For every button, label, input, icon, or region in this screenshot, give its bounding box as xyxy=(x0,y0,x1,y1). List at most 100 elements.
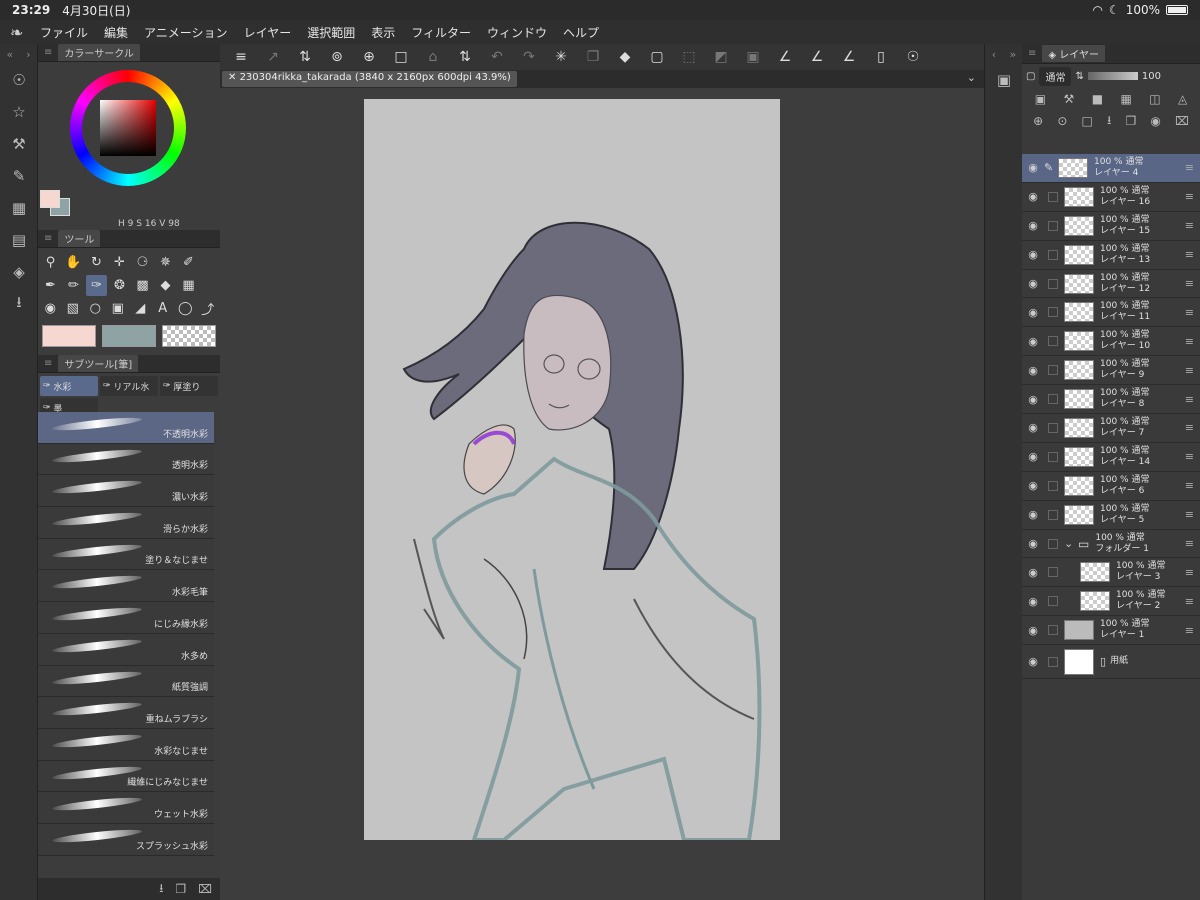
chevron-down-icon[interactable]: ⌄ xyxy=(967,71,976,84)
layer-menu-icon[interactable]: ≡ xyxy=(1185,219,1194,232)
new-file-icon[interactable]: ⊕ xyxy=(354,46,384,68)
menu-animation[interactable]: アニメーション xyxy=(144,24,228,41)
export-icon[interactable]: ↗ xyxy=(258,46,288,68)
transform-icon[interactable]: ▢ xyxy=(642,46,672,68)
tool-property-icon[interactable]: ⚒ xyxy=(0,128,38,160)
lasso-icon[interactable]: ⚆ xyxy=(132,252,153,273)
layer-menu-icon[interactable]: ≡ xyxy=(1185,248,1194,261)
drawing-canvas[interactable] xyxy=(364,99,780,840)
layer-menu-icon[interactable]: ≡ xyxy=(1185,624,1194,637)
trash-icon[interactable]: ⌧ xyxy=(1175,114,1189,128)
layer-mask-icon[interactable]: ◉ xyxy=(1150,114,1160,128)
reference-icon[interactable]: ⚒ xyxy=(1064,92,1075,106)
layer-row[interactable]: ◉ 100 % 通常 レイヤー 6 ≡ xyxy=(1022,472,1200,501)
layer-row[interactable]: ◉ 100 % 通常 レイヤー 14 ≡ xyxy=(1022,443,1200,472)
tool-panel-tab[interactable]: ツール xyxy=(58,230,101,247)
layer-checkbox[interactable] xyxy=(1048,656,1058,667)
eyedropper-icon[interactable]: ✐ xyxy=(178,252,199,273)
chevron-left-icon[interactable]: ‹ xyxy=(992,48,996,61)
double-chevron-left-icon[interactable]: « xyxy=(6,48,13,61)
special-ruler-icon[interactable]: ∠ xyxy=(802,46,832,68)
layer-row[interactable]: ◉ 100 % 通常 レイヤー 15 ≡ xyxy=(1022,212,1200,241)
ruler-icon[interactable]: ◢ xyxy=(130,298,151,319)
copy-icon[interactable]: ❐ xyxy=(578,46,608,68)
layer-menu-icon[interactable]: ≡ xyxy=(1185,508,1194,521)
combine-icon[interactable]: ❐ xyxy=(1125,114,1136,128)
menu-layer[interactable]: レイヤー xyxy=(244,24,292,41)
layer-menu-icon[interactable]: ≡ xyxy=(1185,450,1194,463)
layer-checkbox[interactable] xyxy=(1048,596,1058,607)
duplicate-icon[interactable]: ❐ xyxy=(175,882,186,896)
fill-icon[interactable]: ◉ xyxy=(40,298,61,319)
layer-row[interactable]: ◉ 100 % 通常 レイヤー 8 ≡ xyxy=(1022,385,1200,415)
double-chevron-right-icon[interactable]: » xyxy=(1010,48,1017,61)
eye-icon[interactable]: ◉ xyxy=(1022,655,1044,668)
move-icon[interactable]: ✛ xyxy=(109,252,130,273)
new-raster-layer-icon[interactable]: ⊕ xyxy=(1033,114,1043,128)
list-item[interactable]: 透明水彩 xyxy=(38,443,214,476)
pencil-icon[interactable]: ✏ xyxy=(63,275,84,296)
open-folder-icon[interactable]: □ xyxy=(386,46,416,68)
stepper-icon[interactable]: ⇅ xyxy=(290,46,320,68)
layer-checkbox[interactable] xyxy=(1048,220,1058,231)
eye-icon[interactable]: ◉ xyxy=(1022,190,1044,203)
clip-icon[interactable]: ▣ xyxy=(1035,92,1046,106)
folder-row[interactable]: ◉ ⌄ ▭ 100 % 通常 フォルダー 1 ≡ xyxy=(1022,530,1200,559)
lock-transparent-icon[interactable]: ▦ xyxy=(1120,92,1131,106)
balloon-icon[interactable]: ◯ xyxy=(175,298,196,319)
eraser-icon[interactable]: ◆ xyxy=(155,275,176,296)
layer-checkbox[interactable] xyxy=(1048,278,1058,289)
grip-icon[interactable]: ≡ xyxy=(44,233,52,244)
chevron-right-icon[interactable]: › xyxy=(26,48,30,61)
list-item[interactable]: 滑らか水彩 xyxy=(38,507,214,539)
redo-icon[interactable]: ↷ xyxy=(514,46,544,68)
layer-menu-icon[interactable]: ≡ xyxy=(1185,364,1194,377)
ruler-snap-icon[interactable]: ∠ xyxy=(770,46,800,68)
layer-checkbox[interactable] xyxy=(1048,394,1058,405)
eye-icon[interactable]: ◉ xyxy=(1022,364,1044,377)
transparent-color-box[interactable] xyxy=(162,325,216,347)
list-item[interactable]: 濃い水彩 xyxy=(38,475,214,508)
layer-checkbox[interactable] xyxy=(1048,567,1058,578)
layer-row[interactable]: ◉ 100 % 通常 レイヤー 13 ≡ xyxy=(1022,241,1200,270)
color-panel-tab[interactable]: カラーサークル xyxy=(58,44,140,61)
blend-mode-select[interactable]: 通常 xyxy=(1039,66,1072,86)
list-item[interactable]: 水彩なじませ xyxy=(38,728,214,761)
layer-row[interactable]: ◉ 100 % 通常 レイヤー 11 ≡ xyxy=(1022,298,1200,328)
layer-menu-icon[interactable]: ≡ xyxy=(1185,306,1194,319)
help-icon[interactable]: ☉ xyxy=(898,46,928,68)
layer-menu-icon[interactable]: ≡ xyxy=(1185,161,1194,174)
menu-file[interactable]: ファイル xyxy=(40,24,88,41)
fill-bucket-icon[interactable]: ◆ xyxy=(610,46,640,68)
menu-help[interactable]: ヘルプ xyxy=(563,24,599,41)
layer-row[interactable]: ◉ 100 % 通常 レイヤー 10 ≡ xyxy=(1022,327,1200,357)
timeline-icon[interactable]: ▤ xyxy=(0,224,38,256)
loading-icon[interactable]: ✳ xyxy=(546,46,576,68)
menu-selection[interactable]: 選択範囲 xyxy=(307,24,355,41)
main-color-box[interactable] xyxy=(42,325,96,347)
tab-canvas-document[interactable]: ✕ 230304rikka_takarada (3840 x 2160px 60… xyxy=(222,71,517,87)
eye-icon[interactable]: ◉ xyxy=(1022,421,1044,434)
main-color-swatch[interactable] xyxy=(40,190,60,208)
crop-icon[interactable]: ▣ xyxy=(738,46,768,68)
frame-icon[interactable]: ▣ xyxy=(108,298,129,319)
invert-selection-icon[interactable]: ◩ xyxy=(706,46,736,68)
gradient-icon[interactable]: ▧ xyxy=(63,298,84,319)
eye-icon[interactable]: ◉ xyxy=(1022,595,1044,608)
list-item[interactable]: 重ねムラブラシ xyxy=(38,697,214,729)
ruler-link-icon[interactable]: ◬ xyxy=(1178,92,1187,106)
list-item[interactable]: 水彩毛筆 xyxy=(38,570,214,603)
zoom-icon[interactable]: ⚲ xyxy=(40,252,61,273)
blend-icon[interactable]: ▦ xyxy=(178,275,199,296)
menu-edit[interactable]: 編集 xyxy=(104,24,128,41)
layer-property-icon[interactable]: ◈ xyxy=(0,256,38,288)
eye-icon[interactable]: ◉ xyxy=(1022,450,1044,463)
list-item[interactable]: 紙質強調 xyxy=(38,665,214,698)
layer-row[interactable]: ◉ 100 % 通常 レイヤー 5 ≡ xyxy=(1022,501,1200,530)
brush-size-icon[interactable]: ✎ xyxy=(0,160,38,192)
eye-icon[interactable]: ◉ xyxy=(1022,161,1044,174)
layer-menu-icon[interactable]: ≡ xyxy=(1185,421,1194,434)
sub-color-box[interactable] xyxy=(102,325,156,347)
new-folder-icon[interactable]: □ xyxy=(1082,114,1093,128)
device-icon[interactable]: ▯ xyxy=(866,46,896,68)
